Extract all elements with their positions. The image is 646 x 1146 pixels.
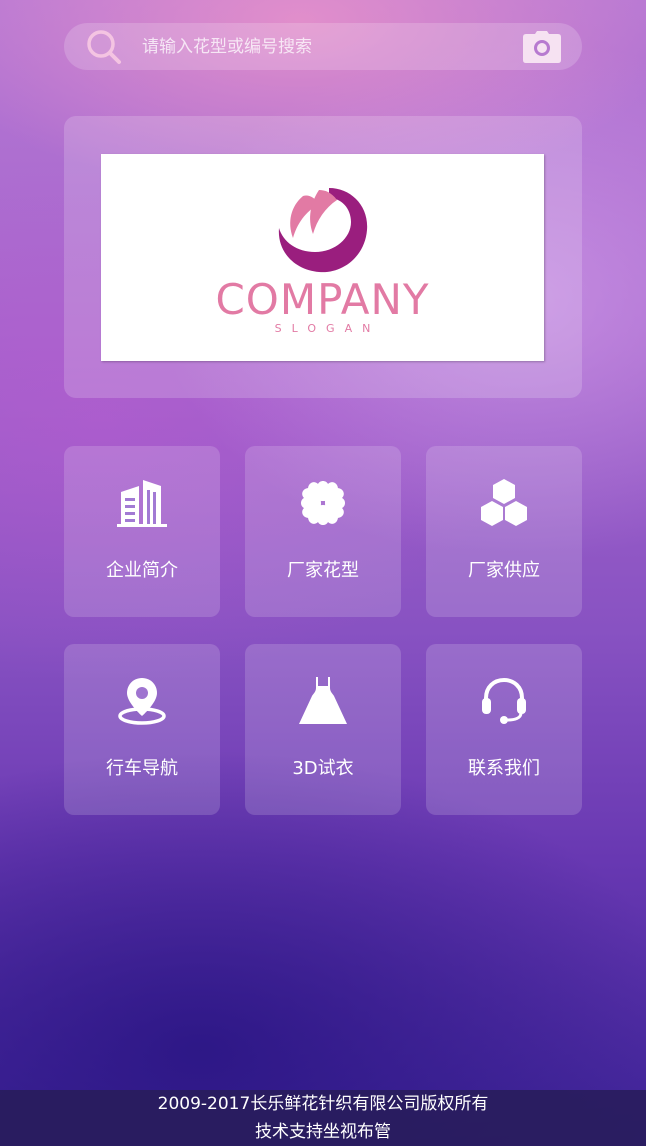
menu-tile-navigation[interactable]: 行车导航	[64, 644, 220, 815]
banner-image[interactable]: COMPANY SLOGAN	[101, 154, 544, 361]
search-icon[interactable]	[86, 29, 122, 65]
menu-tile-label: 3D试衣	[292, 758, 354, 779]
menu-tile-patterns[interactable]: 厂家花型	[245, 446, 401, 617]
menu-tile-label: 厂家花型	[287, 560, 359, 581]
clover-icon	[298, 478, 348, 528]
search-input[interactable]	[142, 23, 502, 70]
menu-tile-3d-fitting[interactable]: 3D试衣	[245, 644, 401, 815]
menu-tile-label: 企业简介	[106, 560, 178, 581]
menu-tile-label: 联系我们	[468, 758, 540, 779]
camera-icon[interactable]	[522, 30, 562, 64]
hexagons-icon	[479, 478, 529, 528]
banner-card: COMPANY SLOGAN	[64, 116, 582, 398]
building-icon	[117, 478, 167, 528]
footer-support: 技术支持坐视布管	[255, 1122, 391, 1142]
menu-tile-contact[interactable]: 联系我们	[426, 644, 582, 815]
search-bar	[64, 23, 582, 70]
menu-tile-supply[interactable]: 厂家供应	[426, 446, 582, 617]
company-logo-icon	[278, 188, 368, 273]
logo-slogan-text: SLOGAN	[274, 322, 381, 335]
menu-tile-company-intro[interactable]: 企业简介	[64, 446, 220, 617]
menu-tile-label: 行车导航	[106, 758, 178, 779]
location-pin-icon	[117, 676, 167, 726]
dress-icon	[298, 676, 348, 726]
footer: 2009-2017长乐鲜花针织有限公司版权所有 技术支持坐视布管	[0, 1090, 646, 1146]
footer-copyright: 2009-2017长乐鲜花针织有限公司版权所有	[157, 1094, 489, 1114]
headset-icon	[479, 676, 529, 726]
menu-tile-label: 厂家供应	[468, 560, 540, 581]
logo-company-text: COMPANY	[215, 275, 430, 324]
